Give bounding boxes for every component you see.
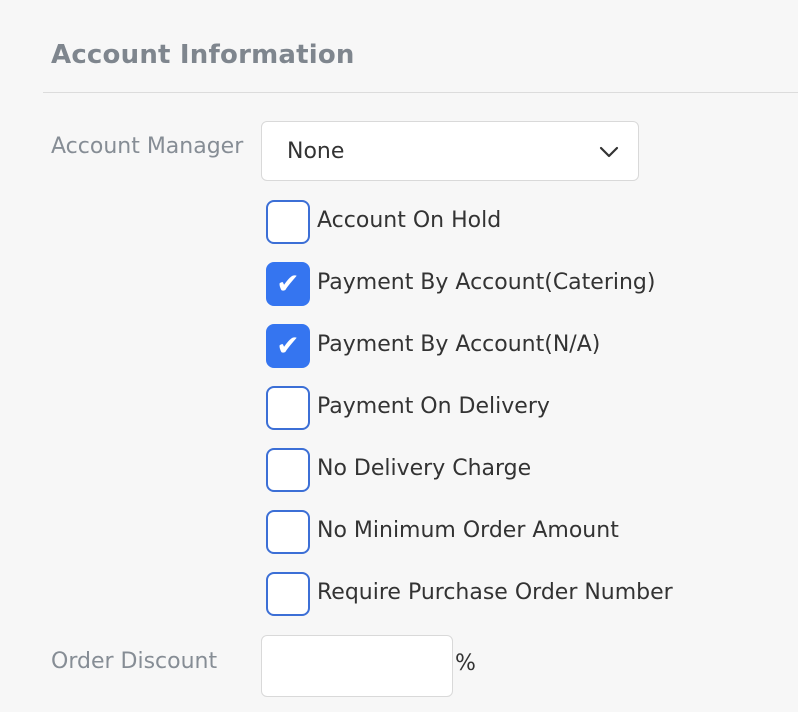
section-title: Account Information	[51, 40, 355, 70]
option-label: Payment On Delivery	[317, 394, 550, 419]
account-on-hold-checkbox[interactable]	[266, 200, 310, 244]
option-label: Payment By Account(N/A)	[317, 332, 601, 357]
account-manager-selected-value: None	[287, 139, 345, 164]
account-manager-label: Account Manager	[51, 134, 244, 159]
payment-by-account-na-checkbox[interactable]: ✔	[266, 324, 310, 368]
option-label: No Delivery Charge	[317, 456, 532, 481]
check-icon: ✔	[276, 329, 300, 362]
no-delivery-charge-checkbox[interactable]	[266, 448, 310, 492]
check-icon	[268, 512, 308, 552]
check-icon	[268, 574, 308, 614]
payment-on-delivery-checkbox[interactable]	[266, 386, 310, 430]
section-divider	[43, 92, 798, 93]
require-purchase-order-number-checkbox[interactable]	[266, 572, 310, 616]
check-icon	[268, 388, 308, 428]
option-label: No Minimum Order Amount	[317, 518, 619, 543]
chevron-down-icon	[599, 146, 619, 158]
option-label: Payment By Account(Catering)	[317, 270, 656, 295]
option-label: Require Purchase Order Number	[317, 580, 673, 605]
option-label: Account On Hold	[317, 208, 502, 233]
account-manager-select[interactable]: None	[261, 121, 639, 181]
order-discount-label: Order Discount	[51, 649, 218, 674]
check-icon	[268, 202, 308, 242]
account-information-form: Account Information Account Manager None…	[0, 0, 798, 712]
check-icon: ✔	[276, 267, 300, 300]
check-icon	[268, 450, 308, 490]
payment-by-account-catering-checkbox[interactable]: ✔	[266, 262, 310, 306]
percent-unit: %	[455, 651, 476, 676]
no-minimum-order-amount-checkbox[interactable]	[266, 510, 310, 554]
order-discount-input[interactable]	[261, 635, 453, 697]
